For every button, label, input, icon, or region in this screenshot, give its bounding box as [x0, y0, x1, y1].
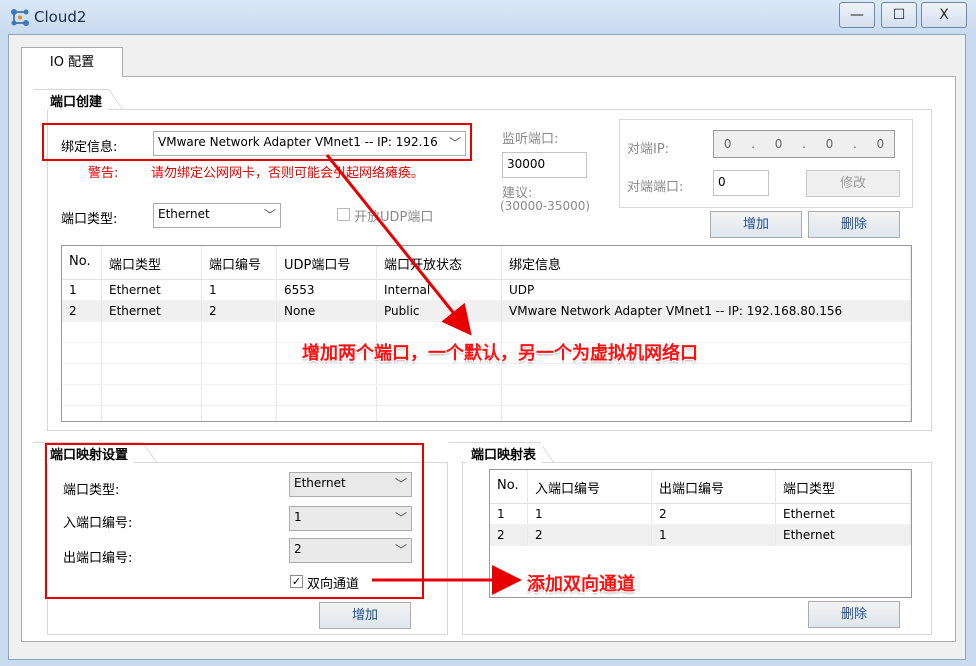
- arrow-to-ports-note: [325, 154, 472, 336]
- tab-io-config[interactable]: IO 配置: [21, 47, 123, 77]
- annotation-note-ports: 增加两个端口，一个默认，另一个为虚拟机网络口: [302, 343, 698, 364]
- annotation-arrows: [325, 154, 522, 595]
- annotation-note-bidirectional: 添加双向通道: [527, 574, 635, 595]
